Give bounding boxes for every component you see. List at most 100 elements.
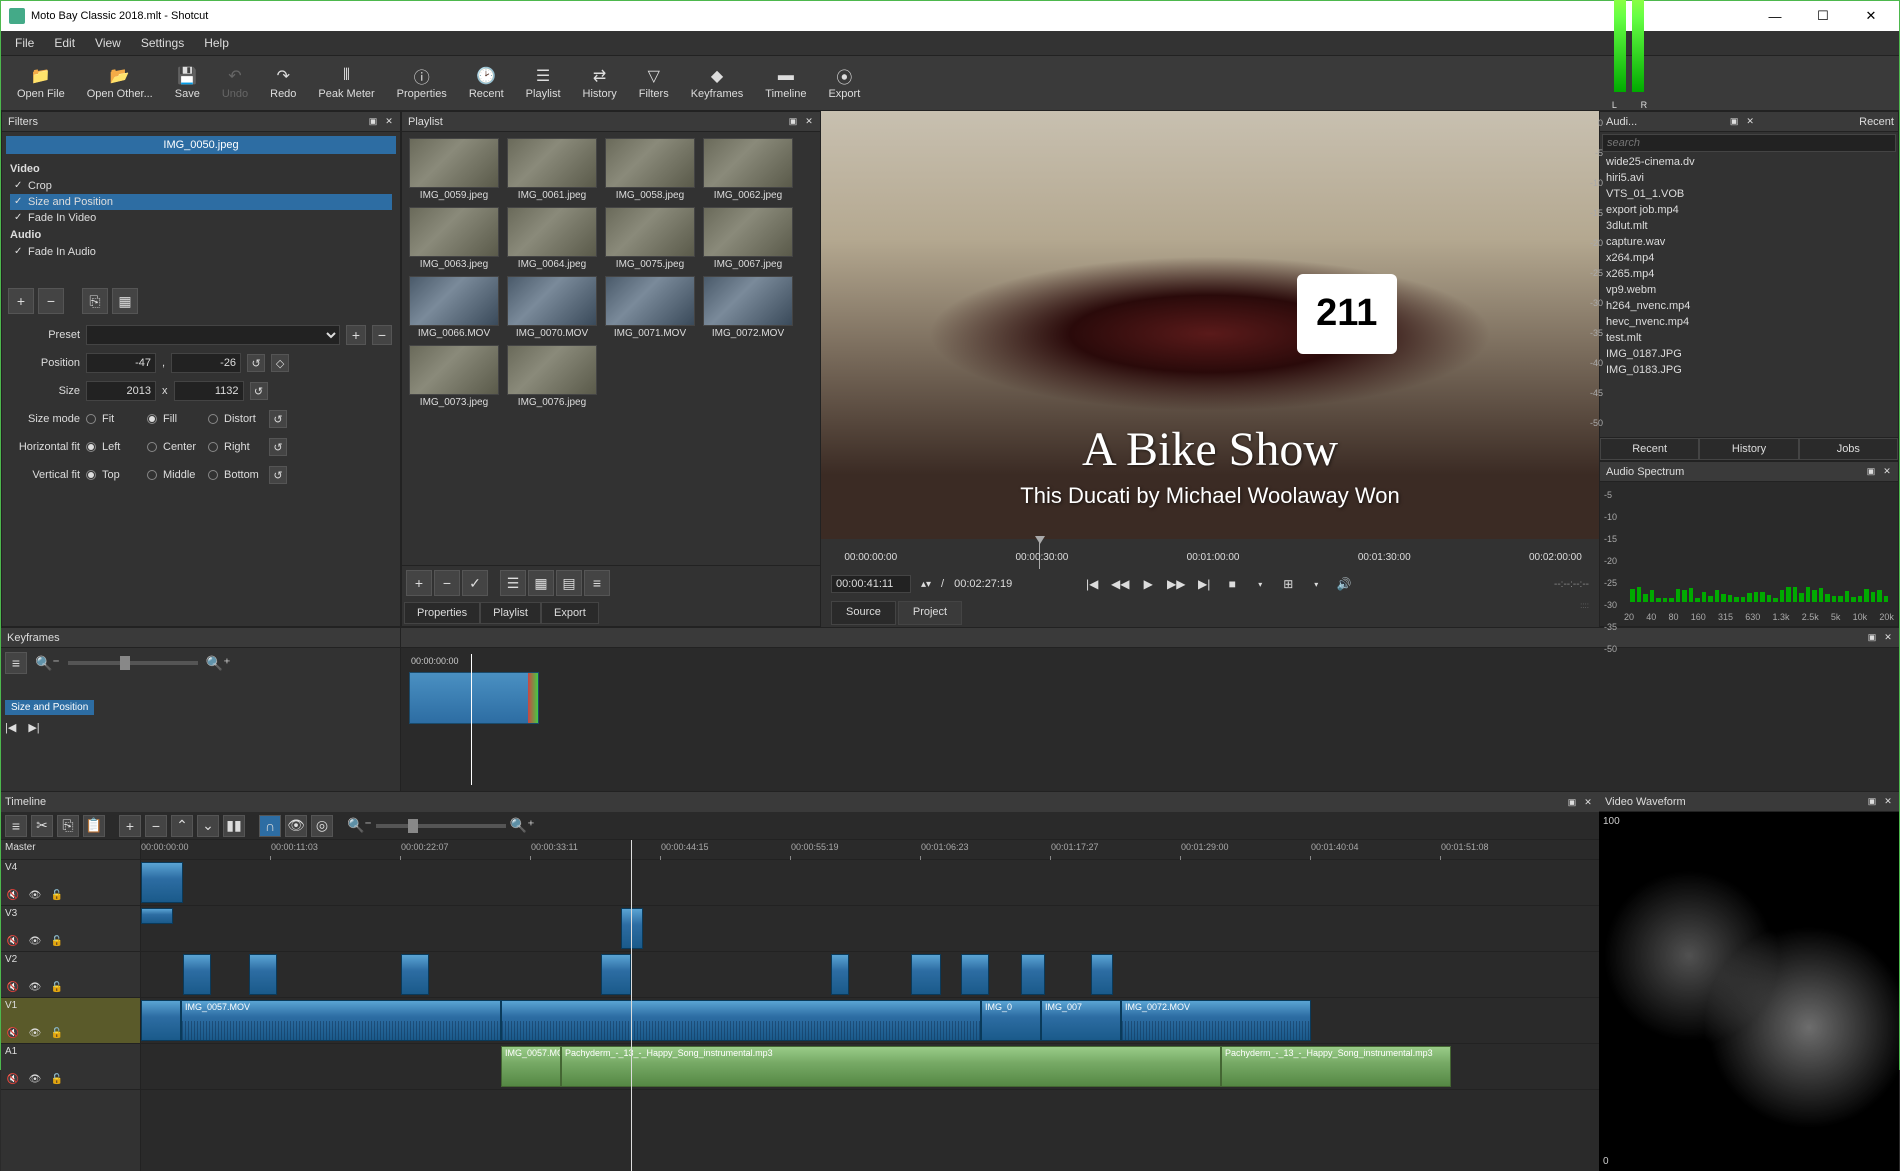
vfit-top[interactable]: Top — [86, 469, 141, 481]
kf-playhead[interactable] — [471, 654, 472, 785]
volume-icon[interactable]: 🔊 — [1334, 574, 1354, 594]
stop-button[interactable]: ■ — [1222, 574, 1242, 594]
timeline-playhead[interactable] — [631, 840, 632, 1171]
playlist-check-button[interactable]: ✓ — [462, 570, 488, 596]
hfit-right[interactable]: Right — [208, 441, 263, 453]
clip[interactable] — [911, 954, 941, 995]
dock-icon[interactable]: ▣ — [1565, 795, 1579, 809]
hfit-center[interactable]: Center — [147, 441, 202, 453]
clip[interactable]: IMG_0 — [981, 1000, 1041, 1041]
playlist-item[interactable]: IMG_0058.jpeg — [604, 138, 696, 201]
kf-clip[interactable] — [409, 672, 539, 724]
append-button[interactable]: + — [119, 815, 141, 837]
lock-icon[interactable]: 🔓 — [49, 887, 65, 903]
recent-item[interactable]: export job.mp4 — [1600, 202, 1898, 218]
mute-icon[interactable]: 🔇 — [5, 979, 21, 995]
vfit-bottom[interactable]: Bottom — [208, 469, 263, 481]
audio-clip[interactable]: Pachyderm_-_13_-_Happy_Song_instrumental… — [1221, 1046, 1451, 1087]
view-list-icon[interactable]: ☰ — [500, 570, 526, 596]
clip[interactable] — [831, 954, 849, 995]
skip-prev-button[interactable]: |◀ — [1082, 574, 1102, 594]
lock-icon[interactable]: 🔓 — [49, 1025, 65, 1041]
sizemode-distort[interactable]: Distort — [208, 413, 263, 425]
add-filter-button[interactable]: + — [8, 288, 34, 314]
playlist-menu-button[interactable]: ≡ — [584, 570, 610, 596]
dropdown-icon[interactable]: ▾ — [1306, 574, 1326, 594]
playlist-item[interactable]: IMG_0073.jpeg — [408, 345, 500, 408]
close-icon[interactable]: ✕ — [382, 115, 396, 129]
ripple-button[interactable]: ◎ — [311, 815, 333, 837]
dock-icon[interactable]: ▣ — [366, 115, 380, 129]
recent-search[interactable] — [1602, 134, 1896, 152]
reset-icon[interactable]: ↺ — [247, 354, 265, 372]
clip[interactable] — [1091, 954, 1113, 995]
remove-filter-button[interactable]: − — [38, 288, 64, 314]
timecode-current[interactable] — [831, 575, 911, 593]
menu-edit[interactable]: Edit — [46, 33, 83, 53]
eye-icon[interactable]: 👁 — [27, 1025, 43, 1041]
tab-properties[interactable]: Properties — [404, 602, 480, 624]
kf-next-button[interactable]: ▶| — [28, 721, 39, 734]
recent-item[interactable]: VTS_01_1.VOB — [1600, 186, 1898, 202]
cut-button[interactable]: ✂ — [31, 815, 53, 837]
preset-add-button[interactable]: + — [346, 325, 366, 345]
mute-icon[interactable]: 🔇 — [5, 933, 21, 949]
video-preview[interactable]: 211 A Bike Show This Ducati by Michael W… — [821, 111, 1599, 539]
spinner-icon[interactable]: ▴▾ — [921, 579, 931, 590]
recent-item[interactable]: hevc_nvenc.mp4 — [1600, 314, 1898, 330]
menu-settings[interactable]: Settings — [133, 33, 192, 53]
reset-icon[interactable]: ↺ — [269, 438, 287, 456]
zoom-out-icon[interactable]: 🔍⁻ — [347, 817, 372, 834]
position-y-input[interactable] — [171, 353, 241, 373]
toolbar-filters[interactable]: ▽Filters — [629, 58, 679, 108]
overwrite-button[interactable]: ⌄ — [197, 815, 219, 837]
hfit-left[interactable]: Left — [86, 441, 141, 453]
close-icon[interactable]: ✕ — [1743, 115, 1757, 129]
clip[interactable]: IMG_0072.MOV — [1121, 1000, 1311, 1041]
split-button[interactable]: ▮▮ — [223, 815, 245, 837]
view-grid-icon[interactable]: ▦ — [528, 570, 554, 596]
maximize-button[interactable]: ☐ — [1803, 6, 1843, 26]
zoom-out-icon[interactable]: 🔍⁻ — [35, 655, 60, 672]
kf-filter-label[interactable]: Size and Position — [5, 700, 94, 715]
recent-item[interactable]: capture.wav — [1600, 234, 1898, 250]
clip[interactable] — [961, 954, 989, 995]
clip[interactable] — [183, 954, 211, 995]
menu-file[interactable]: File — [7, 33, 42, 53]
track-head-v3[interactable]: V3🔇👁🔓 — [1, 906, 140, 952]
clip[interactable] — [1021, 954, 1045, 995]
recent-item[interactable]: hiri5.avi — [1600, 170, 1898, 186]
toolbar-undo[interactable]: ↶Undo — [212, 58, 258, 108]
playlist-remove-button[interactable]: − — [434, 570, 460, 596]
audio-clip[interactable]: Pachyderm_-_13_-_Happy_Song_instrumental… — [561, 1046, 1221, 1087]
skip-next-button[interactable]: ▶| — [1194, 574, 1214, 594]
dock-icon[interactable]: ▣ — [1865, 795, 1879, 809]
playlist-item[interactable]: IMG_0067.jpeg — [702, 207, 794, 270]
vfit-middle[interactable]: Middle — [147, 469, 202, 481]
lock-icon[interactable]: 🔓 — [49, 979, 65, 995]
kf-prev-button[interactable]: |◀ — [5, 721, 16, 734]
recent-item[interactable]: test.mlt — [1600, 330, 1898, 346]
playlist-item[interactable]: IMG_0063.jpeg — [408, 207, 500, 270]
scrub-button[interactable]: 👁 — [285, 815, 307, 837]
filter-crop[interactable]: Crop — [10, 178, 392, 194]
rewind-button[interactable]: ◀◀ — [1110, 574, 1130, 594]
recent-item[interactable]: IMG_0183.JPG — [1600, 362, 1898, 378]
preview-scrubber[interactable]: 00:00:00:0000:00:30:0000:01:00:0000:01:3… — [821, 539, 1599, 569]
dropdown-icon[interactable]: ▾ — [1250, 574, 1270, 594]
fast-forward-button[interactable]: ▶▶ — [1166, 574, 1186, 594]
zoom-in-icon[interactable]: 🔍⁺ — [206, 655, 231, 672]
lift-button[interactable]: ⌃ — [171, 815, 193, 837]
clip[interactable] — [249, 954, 277, 995]
tab-recent[interactable]: Recent — [1600, 438, 1699, 460]
clip[interactable] — [141, 1000, 181, 1041]
dock-icon[interactable]: ▣ — [1865, 631, 1879, 645]
zoom-in-icon[interactable]: 🔍⁺ — [510, 817, 535, 834]
paste-button[interactable]: 📋 — [83, 815, 105, 837]
mute-icon[interactable]: 🔇 — [5, 1025, 21, 1041]
filter-fade-in-video[interactable]: Fade In Video — [10, 210, 392, 226]
preset-remove-button[interactable]: − — [372, 325, 392, 345]
minimize-button[interactable]: — — [1755, 6, 1795, 26]
preset-select[interactable] — [86, 325, 340, 345]
remove-button[interactable]: − — [145, 815, 167, 837]
